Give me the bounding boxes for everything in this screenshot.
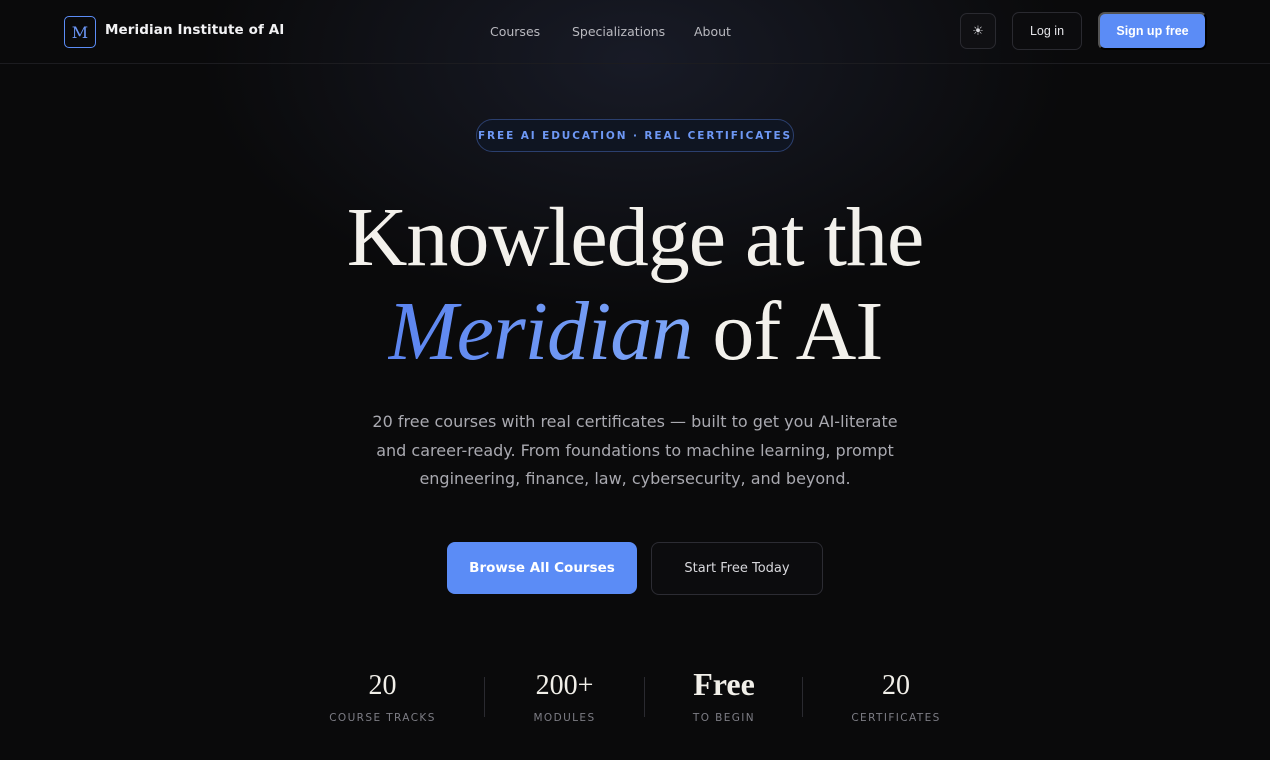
nav-link-specializations[interactable]: Specializations <box>572 24 665 39</box>
headline-line-2: Meridian of AI <box>0 284 1270 380</box>
stat-free: Free TO BEGIN <box>682 664 766 724</box>
stat-value: 20 <box>882 670 910 701</box>
theme-toggle-button[interactable]: ☀ <box>960 13 996 49</box>
stat-certificates: 20 CERTIFICATES <box>842 668 950 724</box>
stat-modules: 200+ MODULES <box>519 668 610 724</box>
headline-accent: Meridian <box>387 285 694 378</box>
browse-courses-button[interactable]: Browse All Courses <box>447 542 637 594</box>
stat-label: MODULES <box>533 712 596 724</box>
login-button[interactable]: Log in <box>1012 12 1082 50</box>
stat-value: Free <box>693 666 755 702</box>
nav-link-about[interactable]: About <box>694 24 731 39</box>
brand-name[interactable]: Meridian Institute of AI <box>105 22 284 38</box>
top-nav: M Meridian Institute of AI Courses Speci… <box>0 0 1270 64</box>
sun-icon: ☀ <box>972 23 984 38</box>
logo-mark[interactable]: M <box>64 16 96 48</box>
nav-link-courses[interactable]: Courses <box>490 24 540 39</box>
stat-divider <box>644 677 645 717</box>
stat-label: TO BEGIN <box>692 712 756 724</box>
stat-label: CERTIFICATES <box>851 712 941 724</box>
hero-badge: FREE AI EDUCATION · REAL CERTIFICATES <box>476 119 794 152</box>
stat-label: COURSE TRACKS <box>329 712 436 724</box>
stat-value: 200+ <box>535 670 594 701</box>
stat-divider <box>802 677 803 717</box>
headline-line-2-rest: of AI <box>692 285 883 378</box>
signup-button[interactable]: Sign up free <box>1098 12 1207 50</box>
headline-line-1: Knowledge at the <box>346 191 924 284</box>
stat-value: 20 <box>368 670 397 701</box>
stat-course-tracks: 20 COURSE TRACKS <box>322 668 443 724</box>
stat-divider <box>484 677 485 717</box>
start-free-button[interactable]: Start Free Today <box>651 542 823 595</box>
hero-subtitle: 20 free courses with real certificates —… <box>372 412 898 489</box>
